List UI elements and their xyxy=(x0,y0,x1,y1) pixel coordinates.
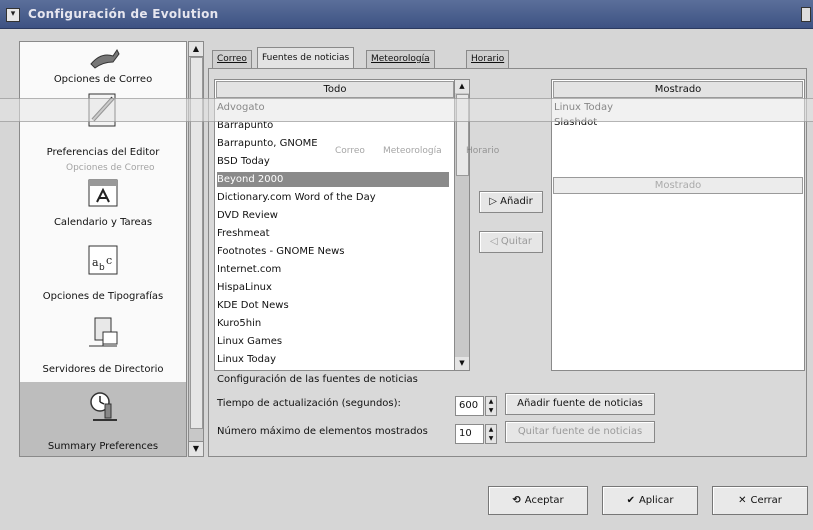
tab-fuentes-de-noticias[interactable]: Fuentes de noticias xyxy=(257,47,355,69)
remove-arrow-icon: ◁ xyxy=(489,236,501,247)
tab-horario[interactable]: Horario xyxy=(466,50,510,68)
all-feeds-header[interactable]: Todo xyxy=(216,81,454,98)
svg-text:c: c xyxy=(106,254,112,267)
list-item[interactable]: Internet.com xyxy=(217,262,281,277)
checkmark-icon: ✔ xyxy=(626,495,635,506)
window-title: Configuración de Evolution xyxy=(28,7,219,21)
max-items-label: Número máximo de elementos mostrados xyxy=(217,426,428,437)
ok-button[interactable]: ⟲ Aceptar xyxy=(488,486,588,515)
scroll-down-icon[interactable]: ▼ xyxy=(189,441,203,456)
sidebar-item-label: Preferencias del Editor xyxy=(46,147,160,158)
all-feeds-scrollbar[interactable]: ▲ ▼ xyxy=(454,79,470,371)
list-item[interactable]: Barrapunto xyxy=(217,118,273,133)
calendar-icon xyxy=(88,179,118,207)
close-button[interactable]: ✕ Cerrar xyxy=(712,486,808,515)
list-item[interactable]: Freshmeat xyxy=(217,226,270,241)
close-x-icon: ✕ xyxy=(738,495,747,506)
font-icon: a b c xyxy=(88,245,118,275)
directory-server-icon xyxy=(89,317,118,347)
ghost-shown-header: Mostrado xyxy=(553,177,803,194)
sidebar-item-calendar[interactable]: Calendario y Tareas xyxy=(20,170,186,240)
svg-text:a: a xyxy=(92,256,99,269)
sidebar-item-editor-preferences[interactable]: Preferencias del Editor xyxy=(20,90,186,170)
window-menu-button[interactable]: ▾ xyxy=(6,8,20,22)
refresh-time-input[interactable]: 600 xyxy=(455,396,484,416)
list-item[interactable]: Beyond 2000 xyxy=(217,172,449,187)
sidebar: Opciones de Correo Preferencias del Edit… xyxy=(19,41,187,457)
list-item[interactable]: Linux Today xyxy=(554,100,613,115)
sidebar-item-label: Opciones de Correo xyxy=(53,74,153,85)
refresh-time-label: Tiempo de actualización (segundos): xyxy=(217,398,401,409)
sidebar-item-summary-preferences[interactable]: Summary Preferences xyxy=(20,382,186,456)
ok-icon: ⟲ xyxy=(512,495,521,506)
add-feed-button[interactable]: ▷ Añadir xyxy=(479,191,543,213)
list-item[interactable]: Slashdot xyxy=(554,115,597,130)
add-news-source-button[interactable]: Añadir fuente de noticias xyxy=(505,393,655,415)
shown-feeds-header[interactable]: Mostrado xyxy=(553,81,803,98)
sidebar-scroll-thumb[interactable] xyxy=(190,57,203,429)
sidebar-scrollbar[interactable]: ▲ ▼ xyxy=(188,41,204,457)
window-titlebar: ▾ Configuración de Evolution xyxy=(0,0,813,29)
list-item[interactable]: KDE Dot News xyxy=(217,298,289,313)
list-item[interactable]: Linux Games xyxy=(217,334,282,349)
apply-button[interactable]: ✔ Aplicar xyxy=(602,486,698,515)
list-item[interactable]: Dictionary.com Word of the Day xyxy=(217,190,376,205)
svg-text:b: b xyxy=(99,263,105,273)
remove-feed-button[interactable]: ◁ Quitar xyxy=(479,231,543,253)
scroll-up-icon[interactable]: ▲ xyxy=(189,42,203,57)
tab-correo[interactable]: Correo xyxy=(212,50,252,68)
sidebar-item-label: Servidores de Directorio xyxy=(42,364,164,375)
window-close-button[interactable] xyxy=(801,7,811,22)
max-items-input[interactable]: 10 xyxy=(455,424,484,444)
sidebar-item-label: Summary Preferences xyxy=(47,441,159,452)
scroll-down-icon[interactable]: ▼ xyxy=(455,357,469,370)
list-item[interactable]: HispaLinux xyxy=(217,280,272,295)
list-item[interactable]: Barrapunto, GNOME xyxy=(217,136,318,151)
list-item[interactable]: BSD Today xyxy=(217,154,270,169)
list-item[interactable]: Footnotes - GNOME News xyxy=(217,244,345,259)
remove-news-source-button[interactable]: Quitar fuente de noticias xyxy=(505,421,655,443)
scroll-up-icon[interactable]: ▲ xyxy=(455,80,469,93)
add-arrow-icon: ▷ xyxy=(489,196,501,207)
shown-feeds-list[interactable]: Mostrado Linux Today Slashdot Mostrado xyxy=(551,79,805,371)
all-feeds-scroll-thumb[interactable] xyxy=(456,94,469,176)
editor-pencil-icon xyxy=(88,93,116,127)
summary-clock-icon xyxy=(90,392,117,421)
sidebar-item-label: Opciones de Tipografías xyxy=(42,291,164,302)
refresh-time-stepper[interactable]: ▲ ▼ xyxy=(485,396,497,416)
all-feeds-list[interactable]: Todo Advogato Barrapunto Barrapunto, GNOME… xyxy=(214,79,456,371)
list-item[interactable]: Kuro5hin xyxy=(217,316,261,331)
news-settings-title: Configuración de las fuentes de noticias xyxy=(217,374,418,385)
sidebar-item-fonts[interactable]: a b c Opciones de Tipografías xyxy=(20,240,186,312)
list-item[interactable]: Linux Today xyxy=(217,352,276,367)
list-item[interactable]: Advogato xyxy=(217,100,265,115)
sidebar-item-label: Calendario y Tareas xyxy=(53,217,153,228)
tab-meteorologia[interactable]: Meteorología xyxy=(366,50,435,68)
tab-panel-news-sources: Todo Advogato Barrapunto Barrapunto, GNOME… xyxy=(208,68,807,457)
list-item[interactable]: DVD Review xyxy=(217,208,278,223)
max-items-stepper[interactable]: ▲ ▼ xyxy=(485,424,497,444)
sidebar-item-directory-servers[interactable]: Servidores de Directorio xyxy=(20,312,186,382)
